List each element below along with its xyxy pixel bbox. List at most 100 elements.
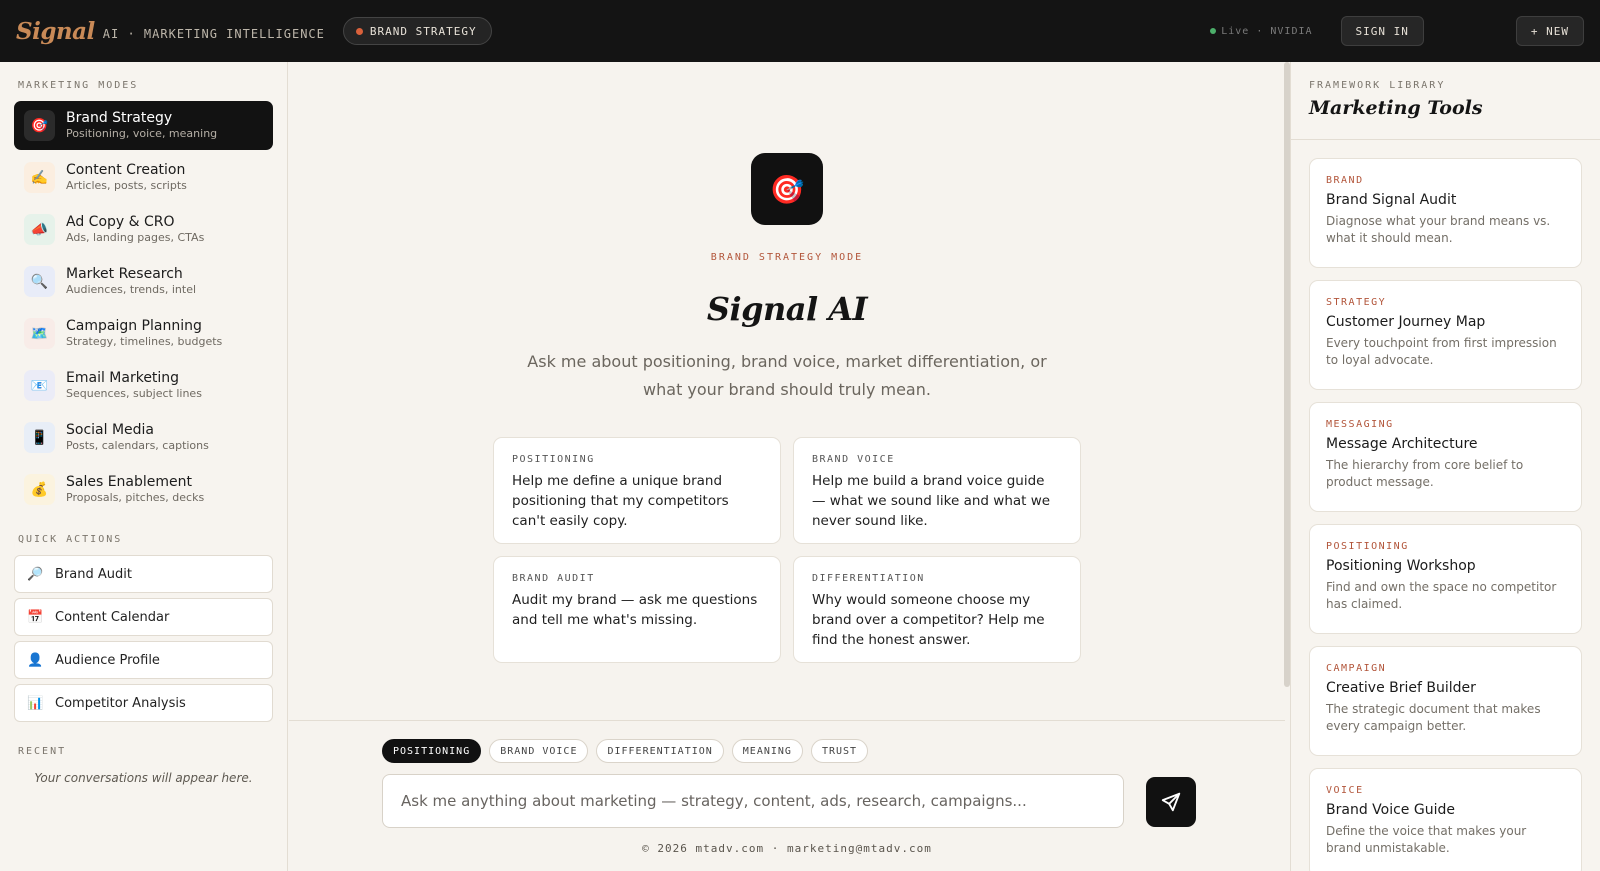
tool-title: Message Architecture [1326,436,1478,452]
mode-list: 🎯 Brand Strategy Positioning, voice, mean… [14,101,273,514]
recent-empty-state: Your conversations will appear here. [34,771,253,785]
quick-action-competitor-analysis[interactable]: 📊 Competitor Analysis [14,684,273,722]
person-icon: 👤 [27,652,44,668]
prompt-card-label: DIFFERENTIATION [812,573,925,584]
prompt-card-label: POSITIONING [512,454,595,465]
prompt-card-label: BRAND VOICE [812,454,895,465]
chip-meaning[interactable]: MEANING [731,739,803,763]
chip-differentiation[interactable]: DIFFERENTIATION [596,739,724,763]
tools-panel-header: FRAMEWORK LIBRARY Marketing Tools [1291,62,1600,140]
mode-subtitle: Strategy, timelines, budgets [66,335,223,348]
new-chat-button[interactable]: + NEW [1515,16,1584,46]
quick-action-content-calendar[interactable]: 📅 Content Calendar [14,598,273,636]
tool-card-message-architecture[interactable]: MESSAGING Message Architecture The hiera… [1309,402,1582,512]
send-icon [1161,792,1181,812]
tool-card-customer-journey-map[interactable]: STRATEGY Customer Journey Map Every touc… [1309,280,1582,390]
mode-subtitle: Proposals, pitches, decks [66,491,205,504]
prompt-card-brand-voice[interactable]: BRAND VOICE Help me build a brand voice … [793,437,1081,544]
quick-action-label: Audience Profile [55,652,160,668]
mode-title: Campaign Planning [66,318,202,334]
chip-positioning[interactable]: POSITIONING [382,739,482,763]
tool-title: Brand Signal Audit [1326,192,1457,208]
tool-description: Find and own the space no competitor has… [1326,580,1557,611]
sidebar-item-email-marketing[interactable]: 📧 Email Marketing Sequences, subject line… [14,361,273,410]
quick-action-label: Competitor Analysis [55,695,186,711]
tool-description: Every touchpoint from first impression t… [1326,336,1557,367]
tool-description: Define the voice that makes your brand u… [1326,824,1527,855]
sidebar-item-content-creation[interactable]: ✍️ Content Creation Articles, posts, scri… [14,153,273,202]
tools-panel-title: Marketing Tools [1309,97,1483,119]
prompt-card-differentiation[interactable]: DIFFERENTIATION Why would someone choose… [793,556,1081,663]
top-right-actions: Live · NVIDIA SIGN IN + NEW [1210,16,1584,46]
sidebar-item-market-research[interactable]: 🔍 Market Research Audiences, trends, inte… [14,257,273,306]
mode-pill[interactable]: BRAND STRATEGY [342,17,492,45]
sidebar-item-brand-strategy[interactable]: 🎯 Brand Strategy Positioning, voice, mean… [14,101,273,150]
bar-chart-icon: 📊 [27,695,44,711]
prompt-card-text: Help me build a brand voice guide — what… [812,473,1051,529]
tool-category: VOICE [1326,785,1364,796]
tools-list: BRAND Brand Signal Audit Diagnose what y… [1291,140,1600,871]
tool-title: Creative Brief Builder [1326,680,1476,696]
sidebar: MARKETING MODES 🎯 Brand Strategy Position… [0,62,288,871]
map-icon: 🗺️ [24,318,55,349]
mode-title: Ad Copy & CRO [66,214,175,230]
quick-action-brand-audit[interactable]: 🔎 Brand Audit [14,555,273,593]
tagline: AI · MARKETING INTELLIGENCE [102,27,325,41]
quick-action-audience-profile[interactable]: 👤 Audience Profile [14,641,273,679]
tools-panel-kicker: FRAMEWORK LIBRARY [1309,80,1446,91]
magnifier-icon: 🔎 [27,566,44,582]
mode-subtitle: Articles, posts, scripts [66,179,187,192]
sign-in-button[interactable]: SIGN IN [1340,16,1424,46]
tool-category: BRAND [1326,175,1364,186]
tool-description: The hierarchy from core belief to produc… [1326,458,1524,489]
quick-action-label: Brand Audit [55,566,132,582]
tool-card-positioning-workshop[interactable]: POSITIONING Positioning Workshop Find an… [1309,524,1582,634]
money-bag-icon: 💰 [24,474,55,505]
footer-note: © 2026 mtadv.com · marketing@mtadv.com [642,842,932,855]
sidebar-item-ad-copy-cro[interactable]: 📣 Ad Copy & CRO Ads, landing pages, CTAs [14,205,273,254]
message-input[interactable] [401,792,1105,810]
message-composer [382,774,1124,828]
mode-title: Email Marketing [66,370,180,386]
mode-subtitle: Ads, landing pages, CTAs [66,231,205,244]
prompt-card-brand-audit[interactable]: BRAND AUDIT Audit my brand — ask me ques… [493,556,781,663]
live-dot-icon [1210,28,1217,34]
tool-card-brand-signal-audit[interactable]: BRAND Brand Signal Audit Diagnose what y… [1309,158,1582,268]
mode-label: BRAND STRATEGY MODE [710,252,864,263]
send-button[interactable] [1146,777,1196,827]
calendar-icon: 📅 [27,609,44,625]
phone-icon: 📱 [24,422,55,453]
main-area: 🎯 BRAND STRATEGY MODE Signal AI Ask me a… [289,62,1285,871]
page-subtitle: Ask me about positioning, brand voice, m… [527,352,1047,399]
live-status: Live · NVIDIA [1210,26,1312,37]
sidebar-item-campaign-planning[interactable]: 🗺️ Campaign Planning Strategy, timelines,… [14,309,273,358]
top-bar: Signal AI · MARKETING INTELLIGENCE BRAND… [0,0,1600,62]
tool-card-creative-brief-builder[interactable]: CAMPAIGN Creative Brief Builder The stra… [1309,646,1582,756]
tools-panel: FRAMEWORK LIBRARY Marketing Tools BRAND … [1290,62,1600,871]
tool-category: POSITIONING [1326,541,1409,552]
sidebar-item-social-media[interactable]: 📱 Social Media Posts, calendars, captions [14,413,273,462]
tool-category: MESSAGING [1326,419,1394,430]
logo[interactable]: Signal [16,18,95,45]
megaphone-icon: 📣 [24,214,55,245]
tool-card-brand-voice-guide[interactable]: VOICE Brand Voice Guide Define the voice… [1309,768,1582,871]
writing-hand-icon: ✍️ [24,162,55,193]
prompt-card-text: Audit my brand — ask me questions and te… [512,592,758,628]
marketing-modes-title: MARKETING MODES [18,80,139,91]
chip-trust[interactable]: TRUST [810,739,869,763]
tool-description: The strategic document that makes every … [1326,702,1541,733]
tool-title: Brand Voice Guide [1326,802,1455,818]
status-dot-icon [355,27,363,35]
chip-brand-voice[interactable]: BRAND VOICE [489,739,589,763]
target-icon: 🎯 [751,153,823,225]
mode-subtitle: Audiences, trends, intel [66,283,197,296]
prompt-suggestions: POSITIONING Help me define a unique bran… [493,437,1081,663]
prompt-card-positioning[interactable]: POSITIONING Help me define a unique bran… [493,437,781,544]
mode-subtitle: Positioning, voice, meaning [66,127,218,140]
quick-actions-list: 🔎 Brand Audit 📅 Content Calendar 👤 Audie… [14,555,273,722]
tool-category: CAMPAIGN [1326,663,1387,674]
magnifier-icon: 🔍 [24,266,55,297]
sidebar-item-sales-enablement[interactable]: 💰 Sales Enablement Proposals, pitches, de… [14,465,273,514]
quick-actions-title: QUICK ACTIONS [18,534,123,545]
quick-action-label: Content Calendar [55,609,170,625]
